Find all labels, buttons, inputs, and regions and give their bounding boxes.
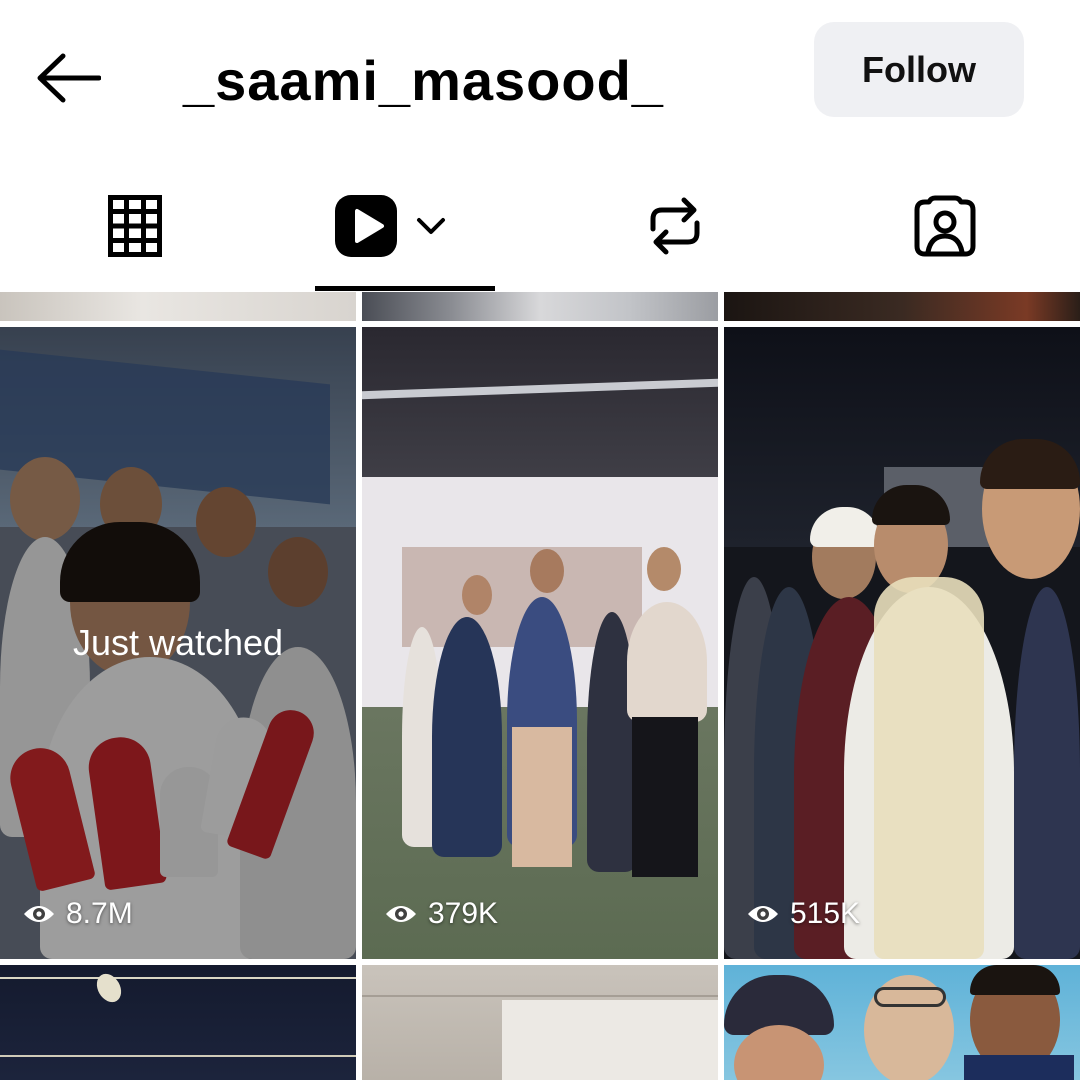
reel-thumbnail[interactable] [0, 292, 356, 321]
tab-tagged[interactable] [810, 160, 1080, 292]
back-button[interactable] [30, 45, 106, 111]
reels-grid: Just watched 8.7M 379K 515K [0, 292, 1080, 1080]
view-count: 515K [746, 897, 860, 931]
reels-play-icon [335, 195, 397, 257]
eye-icon [24, 906, 54, 922]
reel-thumbnail[interactable]: 515K [724, 327, 1080, 959]
reel-thumbnail[interactable] [0, 965, 356, 1080]
tagged-person-icon [914, 195, 976, 257]
chevron-down-icon[interactable] [416, 216, 446, 236]
reel-thumbnail[interactable] [724, 292, 1080, 321]
follow-button[interactable]: Follow [814, 22, 1024, 117]
eye-icon [386, 906, 416, 922]
tab-reposts[interactable] [540, 160, 810, 292]
view-count: 379K [384, 897, 498, 931]
tab-reels[interactable] [270, 160, 540, 292]
reel-thumbnail[interactable] [362, 292, 718, 321]
eye-icon [748, 906, 778, 922]
tab-posts[interactable] [0, 160, 270, 292]
view-count-value: 515K [790, 897, 861, 930]
view-count-value: 379K [428, 897, 499, 930]
profile-username: _saami_masood_ [183, 49, 664, 112]
arrow-left-icon [37, 53, 101, 103]
view-count-value: 8.7M [66, 897, 133, 930]
profile-tabs [0, 160, 1080, 292]
reel-thumbnail[interactable] [362, 965, 718, 1080]
repost-icon [650, 197, 700, 255]
reel-thumbnail[interactable] [724, 965, 1080, 1080]
active-tab-indicator [315, 286, 495, 291]
profile-header: _saami_masood_ Follow [0, 0, 1080, 160]
just-watched-label: Just watched [72, 622, 284, 663]
view-count: 8.7M [22, 897, 133, 931]
grid-icon [108, 195, 162, 257]
reel-thumbnail[interactable]: 379K [362, 327, 718, 959]
reel-thumbnail[interactable]: Just watched 8.7M [0, 327, 356, 959]
